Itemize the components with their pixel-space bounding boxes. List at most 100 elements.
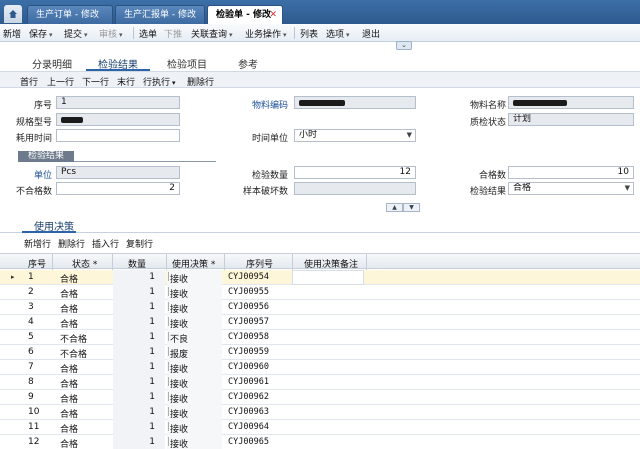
cell-qty[interactable]: 1 — [113, 332, 155, 342]
column-header-serial[interactable]: 序列号 — [246, 257, 273, 270]
cell-decision[interactable]: 接收 — [170, 302, 188, 315]
cell-status[interactable]: 合格 — [60, 377, 78, 390]
cell-serial[interactable]: CYJ00955 — [228, 287, 269, 297]
cell-qty[interactable]: 1 — [113, 392, 155, 402]
cell-decision[interactable]: 接收 — [170, 437, 188, 449]
delete-row-button[interactable]: 删除行 — [58, 237, 85, 250]
column-header-decision[interactable]: 使用决策 * — [172, 257, 215, 270]
cell-decision[interactable]: 接收 — [170, 362, 188, 375]
copy-row-button[interactable]: 复制行 — [126, 237, 153, 250]
table-row[interactable]: 4 合格 1 接收 CYJ00957 | — [0, 315, 640, 330]
cell-status[interactable]: 合格 — [60, 362, 78, 375]
cell-decision[interactable]: 接收 — [170, 317, 188, 330]
cell-status[interactable]: 不合格 — [60, 332, 87, 345]
cell-qty[interactable]: 1 — [113, 287, 155, 297]
cell-serial[interactable]: CYJ00957 — [228, 317, 269, 327]
cell-decision[interactable]: 接收 — [170, 377, 188, 390]
cell-serial[interactable]: CYJ00959 — [228, 347, 269, 357]
menu-exit[interactable]: 退出 — [362, 27, 380, 40]
prev-row-button[interactable]: 上一行 — [47, 75, 74, 88]
menu-options[interactable]: 选项 ▾ — [326, 27, 350, 40]
cell-status[interactable]: 合格 — [60, 302, 78, 315]
cell-qty[interactable]: 1 — [113, 347, 155, 357]
table-row[interactable]: 6 不合格 1 报废 CYJ00959 | — [0, 345, 640, 360]
table-row[interactable]: 3 合格 1 接收 CYJ00956 | — [0, 300, 640, 315]
cell-seq[interactable]: 12 — [28, 437, 39, 447]
time-unit-select[interactable]: 小时 ▼ — [294, 129, 416, 142]
window-tab-inspection[interactable]: 检验单 - 修改 ✕ — [207, 5, 283, 24]
cell-seq[interactable]: 5 — [28, 332, 34, 342]
cell-decision[interactable]: 接收 — [170, 392, 188, 405]
cell-serial[interactable]: CYJ00956 — [228, 302, 269, 312]
cell-qty[interactable]: 1 — [113, 317, 155, 327]
menu-new[interactable]: 新增 — [3, 27, 21, 40]
chevron-up-icon[interactable]: ▲ — [386, 203, 403, 212]
inspect-qty-input[interactable]: 12 — [294, 166, 416, 179]
cell-serial[interactable]: CYJ00958 — [228, 332, 269, 342]
column-header-status[interactable]: 状态 * — [72, 257, 97, 270]
column-header-decision-note[interactable]: 使用决策备注 — [304, 257, 358, 270]
delete-row-button[interactable]: 删除行 — [187, 75, 214, 88]
cell-seq[interactable]: 11 — [28, 422, 39, 432]
table-row[interactable]: 11 合格 1 接收 CYJ00964 | — [0, 420, 640, 435]
table-row[interactable]: 2 合格 1 接收 CYJ00955 | — [0, 285, 640, 300]
cell-status[interactable]: 合格 — [60, 437, 78, 449]
tab-inspection-items[interactable]: 检验项目 — [167, 56, 207, 71]
collapse-toolbar-button[interactable]: ⌄ — [396, 41, 412, 50]
close-icon[interactable]: ✕ — [269, 6, 277, 25]
cell-seq[interactable]: 1 — [28, 272, 34, 282]
cell-serial[interactable]: CYJ00954 — [228, 272, 269, 282]
cell-seq[interactable]: 8 — [28, 377, 34, 387]
cell-serial[interactable]: CYJ00964 — [228, 422, 269, 432]
tab-reference[interactable]: 参考 — [238, 56, 258, 71]
cell-qty[interactable]: 1 — [113, 437, 155, 447]
menu-audit[interactable]: 审核 ▾ — [99, 27, 123, 40]
column-header-seq[interactable]: 序号 — [28, 257, 46, 270]
material-code-label[interactable]: 物料编码 — [246, 98, 288, 111]
cell-qty[interactable]: 1 — [113, 302, 155, 312]
add-row-button[interactable]: 新增行 — [24, 237, 51, 250]
cell-seq[interactable]: 7 — [28, 362, 34, 372]
next-row-button[interactable]: 下一行 — [82, 75, 109, 88]
table-row[interactable]: 9 合格 1 接收 CYJ00962 | — [0, 390, 640, 405]
unqualified-qty-input[interactable]: 2 — [56, 182, 180, 195]
cell-seq[interactable]: 3 — [28, 302, 34, 312]
cell-seq[interactable]: 9 — [28, 392, 34, 402]
cell-seq[interactable]: 4 — [28, 317, 34, 327]
tab-entry-detail[interactable]: 分录明细 — [32, 56, 72, 71]
cell-status[interactable]: 合格 — [60, 407, 78, 420]
table-row[interactable]: 5 不合格 1 不良 CYJ00958 | — [0, 330, 640, 345]
time-used-input[interactable] — [56, 129, 180, 142]
cell-decision[interactable]: 不良 — [170, 332, 188, 345]
cell-status[interactable]: 合格 — [60, 272, 78, 285]
row-execute-button[interactable]: 行执行 ▾ — [143, 75, 176, 88]
chevron-down-icon[interactable]: ▼ — [403, 203, 420, 212]
cell-seq[interactable]: 2 — [28, 287, 34, 297]
cell-status[interactable]: 合格 — [60, 287, 78, 300]
home-button[interactable] — [4, 5, 22, 23]
menu-select[interactable]: 选单 — [139, 27, 157, 40]
qualified-qty-input[interactable]: 10 — [508, 166, 634, 179]
decision-note-input[interactable] — [292, 270, 364, 285]
insert-row-button[interactable]: 插入行 — [92, 237, 119, 250]
cell-serial[interactable]: CYJ00963 — [228, 407, 269, 417]
cell-qty[interactable]: 1 — [113, 377, 155, 387]
window-tab-production-report[interactable]: 生产汇报单 - 修改 — [115, 5, 205, 24]
cell-decision[interactable]: 接收 — [170, 287, 188, 300]
cell-qty[interactable]: 1 — [113, 407, 155, 417]
cell-decision[interactable]: 接收 — [170, 272, 188, 285]
menu-submit[interactable]: 提交 ▾ — [64, 27, 88, 40]
menu-related-query[interactable]: 关联查询 ▾ — [191, 27, 233, 40]
table-row[interactable]: ▸ 1 合格 1 接收 CYJ00954 | — [0, 270, 640, 285]
cell-seq[interactable]: 10 — [28, 407, 39, 417]
table-row[interactable]: 8 合格 1 接收 CYJ00961 | — [0, 375, 640, 390]
cell-qty[interactable]: 1 — [113, 422, 155, 432]
menu-push[interactable]: 下推 — [164, 27, 182, 40]
column-header-qty[interactable]: 数量 — [128, 257, 146, 270]
cell-qty[interactable]: 1 — [113, 362, 155, 372]
cell-qty[interactable]: 1 — [113, 272, 155, 282]
cell-serial[interactable]: CYJ00965 — [228, 437, 269, 447]
table-row[interactable]: 10 合格 1 接收 CYJ00963 | — [0, 405, 640, 420]
cell-status[interactable]: 合格 — [60, 422, 78, 435]
table-row[interactable]: 7 合格 1 接收 CYJ00960 | — [0, 360, 640, 375]
